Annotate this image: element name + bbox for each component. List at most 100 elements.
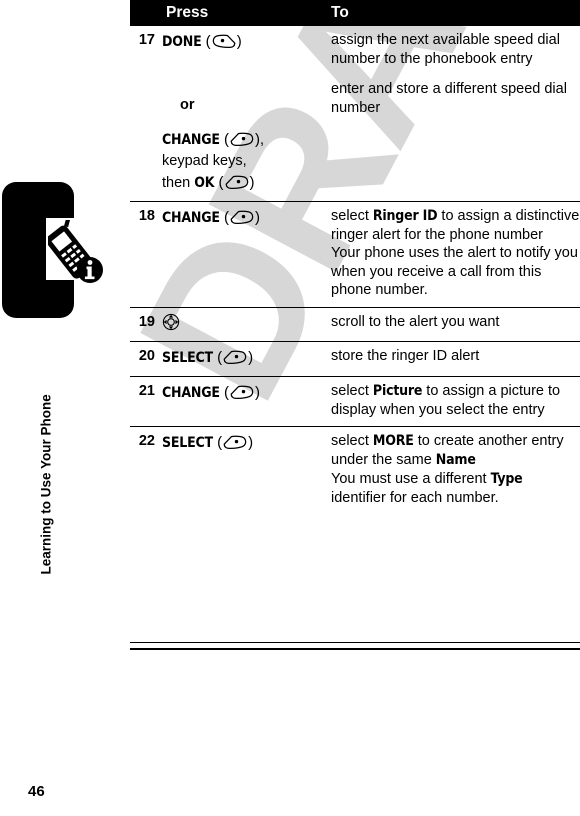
paren-close: ) — [255, 208, 260, 226]
to-cell: scroll to the alert you want — [327, 306, 580, 342]
display-text: Name — [435, 452, 476, 469]
press-line: CHANGE () — [162, 383, 260, 401]
press-line: DONE () — [162, 33, 242, 51]
to-paragraph: enter and store a different speed dial n… — [331, 80, 580, 117]
display-text: OK — [194, 174, 215, 191]
soft-key-glyph: () — [202, 33, 242, 50]
text-run: identifier for each number. — [331, 490, 499, 507]
soft-key-glyph: () — [213, 348, 254, 366]
table-row: 18 CHANGE () select Ringer ID to assign a … — [130, 200, 580, 308]
or-separator: or — [180, 97, 195, 114]
text-run: scroll to the alert you want — [331, 313, 500, 330]
to-paragraph: select MORE to create another entry unde… — [331, 432, 580, 470]
press-content: SELECT () — [162, 432, 319, 454]
left-soft-key-icon — [229, 210, 255, 225]
to-cell: select Picture to assign a picture to di… — [327, 375, 580, 427]
press-content: DONE () — [162, 31, 319, 53]
soft-key-glyph: () — [212, 434, 253, 452]
table-bottom-rule — [130, 642, 580, 650]
press-cell: SELECT () — [162, 426, 327, 517]
procedure-table-container: Press To 17 DONE () assign the next availa… — [130, 0, 580, 517]
to-cell: select MORE to create another entry unde… — [327, 426, 580, 517]
navigation-key-icon — [162, 313, 180, 331]
display-text: Type — [490, 471, 523, 488]
paren-close: ) — [255, 383, 260, 401]
column-header-press: Press — [162, 0, 327, 27]
step-number: 21 — [130, 375, 162, 427]
table-body: 17 DONE () assign the next available speed… — [130, 26, 580, 517]
step-number — [130, 75, 162, 201]
to-paragraph: scroll to the alert you want — [331, 313, 580, 332]
text-run: Your phone uses the alert to notify you … — [331, 245, 578, 299]
table-row: 22 SELECT () select MORE to create another… — [130, 426, 580, 517]
press-cell — [162, 306, 327, 342]
paren-open: ( — [214, 173, 224, 191]
to-paragraph: You must use a different Type identifier… — [331, 470, 580, 507]
press-line: then OK () — [162, 173, 255, 191]
table-row: or CHANGE (), keypad keys, then OK () enter … — [130, 75, 580, 201]
to-cell: assign the next available speed dial num… — [327, 26, 580, 75]
step-number: 22 — [130, 426, 162, 517]
press-line: keypad keys, — [162, 153, 247, 169]
table-row: 17 DONE () assign the next available speed… — [130, 26, 580, 75]
to-paragraph: Your phone uses the alert to notify you … — [331, 244, 580, 300]
step-number: 17 — [138, 32, 155, 49]
press-cell: CHANGE () — [162, 375, 327, 427]
right-soft-key-icon — [211, 34, 237, 49]
bottom-rule-line-1 — [130, 642, 580, 644]
paren-open: ( — [219, 383, 229, 401]
to-paragraph: select Ringer ID to assign a distinctive… — [331, 207, 580, 244]
press-cell: SELECT () — [162, 340, 327, 377]
display-text: DONE — [162, 34, 202, 51]
to-cell: store the ringer ID alert — [327, 340, 580, 377]
paren-close: ) — [249, 173, 255, 191]
left-soft-key-icon — [229, 132, 255, 147]
column-header-step — [130, 0, 162, 27]
to-paragraph: select Picture to assign a picture to di… — [331, 382, 580, 419]
press-line — [162, 313, 180, 331]
press-content: CHANGE () — [162, 207, 319, 229]
display-text: CHANGE — [162, 384, 220, 401]
soft-key-glyph: () — [214, 173, 255, 191]
display-text: CHANGE — [162, 209, 220, 226]
press-line: SELECT () — [162, 348, 254, 366]
text-run: keypad keys, — [162, 152, 247, 169]
display-text: Ringer ID — [372, 207, 438, 224]
press-cell: CHANGE () — [162, 200, 327, 308]
to-paragraph: store the ringer ID alert — [331, 347, 580, 366]
press-content: CHANGE (), keypad keys, then OK () — [162, 129, 319, 194]
to-paragraph: assign the next available speed dial num… — [331, 31, 580, 68]
paren-open: ( — [219, 208, 229, 226]
paren-open: ( — [219, 130, 229, 148]
display-text: SELECT — [162, 435, 213, 452]
soft-key-glyph: () — [219, 383, 260, 401]
to-cell: select Ringer ID to assign a distinctive… — [327, 200, 580, 308]
table-row: 19 scroll to the alert you want — [130, 306, 580, 342]
step-number: 19 — [130, 306, 162, 342]
soft-key-glyph: () — [219, 130, 260, 148]
step-number: 18 — [130, 200, 162, 308]
text-run: You must use a different — [331, 471, 491, 488]
press-line: CHANGE () — [162, 208, 260, 226]
to-cell: enter and store a different speed dial n… — [327, 75, 580, 201]
page-number: 46 — [28, 783, 45, 800]
left-soft-key-icon — [224, 175, 250, 190]
press-content: CHANGE () — [162, 382, 319, 404]
display-text: CHANGE — [162, 131, 220, 148]
text-run: select — [331, 207, 373, 224]
left-soft-key-icon — [229, 385, 255, 400]
text-run: assign the next available speed dial num… — [331, 32, 560, 67]
press-cell: or CHANGE (), keypad keys, then OK () — [162, 75, 327, 201]
running-head: Learning to Use Your Phone — [38, 394, 54, 575]
text-run: enter and store a different speed dial n… — [331, 81, 567, 116]
paren-open: ( — [212, 434, 223, 452]
display-text: MORE — [372, 433, 414, 450]
paren-close: ) — [248, 348, 254, 366]
text-run: store the ringer ID alert — [331, 347, 480, 364]
display-text: Picture — [372, 382, 423, 399]
soft-key-glyph: () — [219, 208, 260, 226]
text-run: select — [331, 382, 373, 399]
press-line: CHANGE (), — [162, 130, 264, 148]
left-soft-key-icon — [222, 350, 248, 365]
mobile-phone-info-icon — [45, 216, 104, 286]
